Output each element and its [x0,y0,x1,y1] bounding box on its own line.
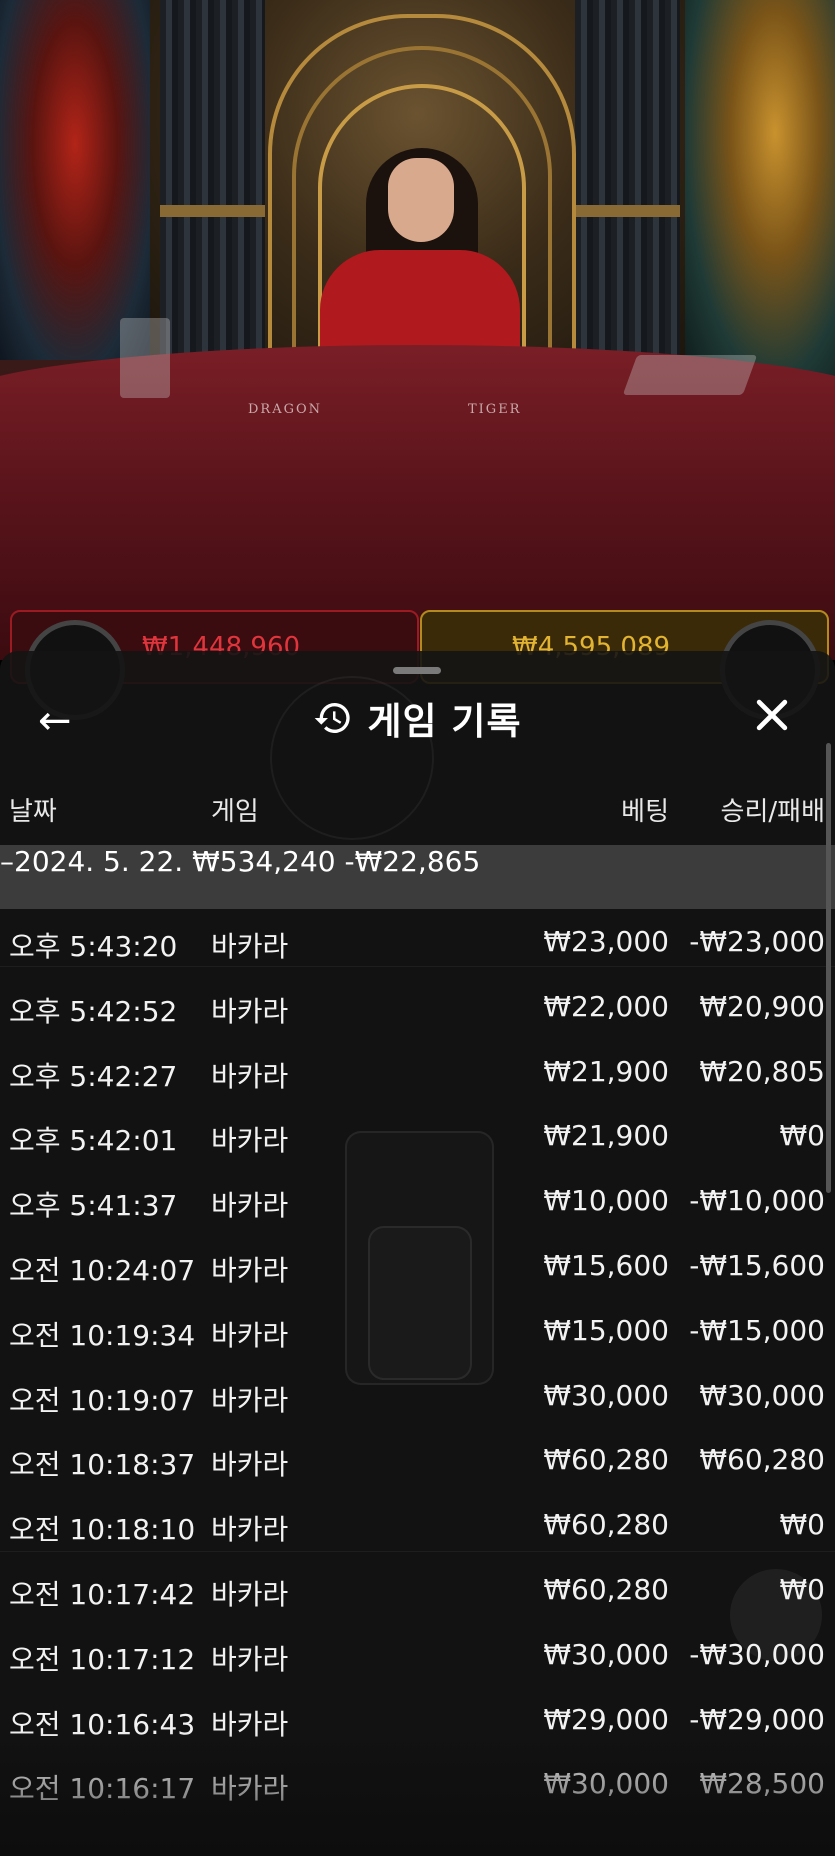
table-row[interactable]: 오전 10:16:43 바카라 ₩29,000 -₩29,000 [0,1687,835,1752]
history-icon [315,703,351,733]
row-game: 바카라 [211,1707,289,1741]
row-time: 오전 10:16:43 [9,1707,196,1741]
table-row[interactable]: 오후 5:42:52 바카라 ₩22,000 ₩20,900 [0,974,835,1039]
date-group-date: –2024. 5. 22. [0,845,184,878]
row-bet: ₩60,280 [543,1508,669,1542]
close-icon[interactable] [750,693,794,737]
row-time: 오전 10:16:17 [9,1772,196,1806]
row-game: 바카라 [211,1383,289,1417]
pillar-left [160,0,265,380]
row-game: 바카라 [211,1448,289,1482]
row-game: 바카라 [211,1253,289,1287]
sheet-header: ← 게임 기록 [0,681,835,761]
date-group-bet: ₩534,240 [192,845,336,878]
dragon-artwork [0,0,150,360]
table-row[interactable]: 오전 10:19:34 바카라 ₩15,000 -₩15,000 [0,1298,835,1363]
row-result: ₩60,280 [699,1443,825,1477]
row-time: 오후 5:42:52 [9,994,178,1028]
row-bet: ₩30,000 [543,1637,669,1671]
table-row[interactable]: 오후 5:42:01 바카라 ₩21,900 ₩0 [0,1103,835,1168]
row-time: 오후 5:42:27 [9,1059,178,1093]
column-bet: 베팅 [621,797,669,827]
row-time: 오전 10:18:10 [9,1513,196,1547]
row-game: 바카라 [211,1189,289,1223]
table-row[interactable]: 오전 10:16:17 바카라 ₩30,000 ₩28,500 [0,1751,835,1816]
table-row[interactable]: 오후 5:41:37 바카라 ₩10,000 -₩10,000 [0,1168,835,1233]
row-time: 오전 10:17:12 [9,1642,196,1676]
date-group-result: -₩22,865 [344,845,481,878]
row-result: ₩30,000 [699,1378,825,1412]
row-result: ₩28,500 [699,1767,825,1801]
row-bet: ₩15,000 [543,1313,669,1347]
row-bet: ₩15,600 [543,1248,669,1282]
row-game: 바카라 [211,1124,289,1158]
row-result: ₩20,900 [699,989,825,1023]
row-result: ₩0 [779,1119,826,1153]
row-result: ₩0 [779,1508,826,1542]
row-game: 바카라 [211,1513,289,1547]
game-history-sheet: ← 게임 기록 날짜 게임 베팅 승리/패배 –2024. 5. 22. ₩53… [0,651,835,1856]
table-row[interactable]: 오전 10:17:12 바카라 ₩30,000 -₩30,000 [0,1622,835,1687]
row-bet: ₩30,000 [543,1767,669,1801]
table-row[interactable]: 오전 10:18:10 바카라 ₩60,280 ₩0 [0,1492,835,1557]
table-row[interactable]: 오전 10:19:07 바카라 ₩30,000 ₩30,000 [0,1363,835,1428]
row-time: 오후 5:41:37 [9,1189,178,1223]
history-rows: 오후 5:43:20 바카라 ₩23,000 -₩23,000 오후 5:42:52 바… [0,909,835,1816]
row-bet: ₩21,900 [543,1054,669,1088]
row-result: -₩29,000 [689,1702,825,1736]
table-row[interactable]: 오후 5:43:20 바카라 ₩23,000 -₩23,000 [0,909,835,974]
table-header: 날짜 게임 베팅 승리/패배 [0,779,835,845]
table-row[interactable]: 오전 10:18:37 바카라 ₩60,280 ₩60,280 [0,1427,835,1492]
table-row[interactable]: 오전 10:17:42 바카라 ₩60,280 ₩0 [0,1557,835,1622]
column-result: 승리/패배 [720,797,825,827]
row-game: 바카라 [211,1642,289,1676]
row-bet: ₩23,000 [543,925,669,958]
live-video-feed: DRAGON TIGER [0,0,835,660]
discard-tray [622,355,758,395]
row-game: 바카라 [211,1577,289,1611]
drag-handle[interactable] [393,667,441,674]
tiger-artwork [685,0,835,380]
table-label-dragon: DRAGON [248,402,323,417]
row-game: 바카라 [211,930,289,963]
table-row[interactable]: 오전 10:24:07 바카라 ₩15,600 -₩15,600 [0,1233,835,1298]
row-game: 바카라 [211,1772,289,1806]
row-bet: ₩30,000 [543,1378,669,1412]
card-shoe [120,318,170,398]
sheet-title: 게임 기록 [367,700,522,743]
row-result: -₩30,000 [689,1637,825,1671]
row-time: 오전 10:18:37 [9,1448,196,1482]
row-result: ₩20,805 [699,1054,825,1088]
date-group-row[interactable]: –2024. 5. 22. ₩534,240 -₩22,865 [0,845,835,909]
table-row[interactable]: 오후 5:42:27 바카라 ₩21,900 ₩20,805 [0,1039,835,1104]
row-bet: ₩29,000 [543,1702,669,1736]
row-time: 오전 10:19:34 [9,1318,196,1352]
row-result: -₩10,000 [689,1184,825,1218]
row-bet: ₩22,000 [543,989,669,1023]
pillar-right [575,0,680,380]
row-game: 바카라 [211,1059,289,1093]
row-game: 바카라 [211,994,289,1028]
column-game: 게임 [211,797,259,827]
row-bet: ₩60,280 [543,1443,669,1477]
row-time: 오후 5:42:01 [9,1124,178,1158]
row-game: 바카라 [211,1318,289,1352]
row-result: -₩23,000 [689,925,825,958]
row-time: 오전 10:24:07 [9,1253,196,1287]
column-date: 날짜 [9,797,57,827]
history-table: 날짜 게임 베팅 승리/패배 –2024. 5. 22. ₩534,240 -₩… [0,779,835,1816]
row-bet: ₩21,900 [543,1119,669,1153]
row-result: -₩15,000 [689,1313,825,1347]
row-bet: ₩10,000 [543,1184,669,1218]
row-time: 오전 10:19:07 [9,1383,196,1417]
row-time: 오전 10:17:42 [9,1577,196,1611]
row-result: -₩15,600 [689,1248,825,1282]
row-bet: ₩60,280 [543,1572,669,1606]
row-result: ₩0 [779,1572,826,1606]
scrollbar[interactable] [826,743,831,1193]
table-label-tiger: TIGER [468,402,522,417]
row-time: 오후 5:43:20 [9,930,178,963]
